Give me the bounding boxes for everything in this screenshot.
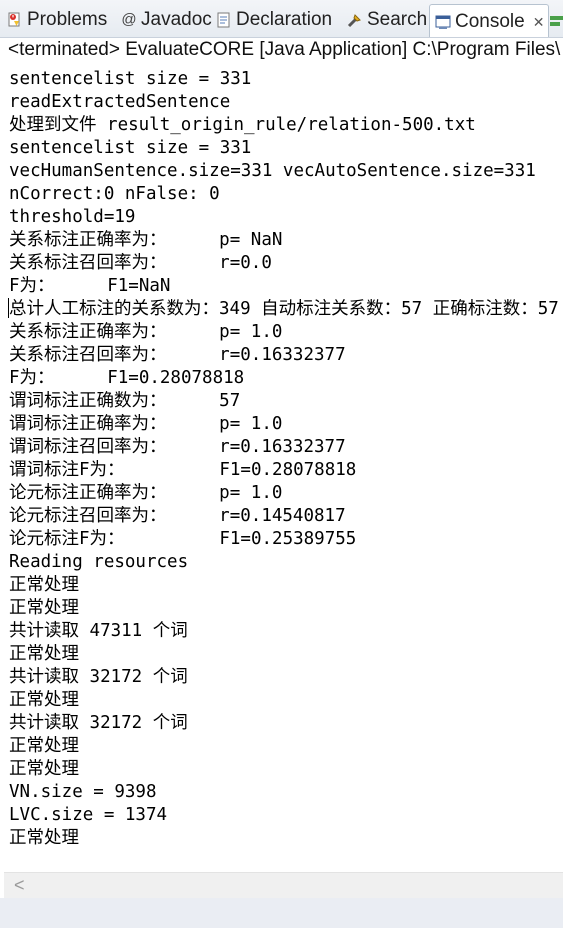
tab-label: Declaration [236, 9, 333, 30]
console-line: readExtractedSentence [9, 92, 231, 112]
console-line: 论元标注正确率为： p= 1.0 [9, 483, 283, 503]
console-line: 谓词标注正确数为： 57 [9, 391, 241, 411]
console-output[interactable]: ​ sentencelist size = 331readExtractedSe… [0, 64, 563, 872]
console-line: Reading resources [9, 552, 189, 572]
tab-javadoc[interactable]: @ Javadoc [120, 6, 212, 34]
declaration-icon [215, 11, 233, 29]
console-line: 关系标注召回率为： r=0.0 [9, 253, 272, 273]
close-icon[interactable]: ✕ [533, 8, 545, 36]
console-line: 谓词标注召回率为： r=0.16332377 [9, 437, 346, 457]
status-area [0, 898, 563, 928]
console-line: LVC.size = 1374 [9, 805, 168, 825]
scroll-left-icon[interactable]: < [14, 875, 25, 896]
console-line: 正常处理 [9, 598, 79, 618]
console-line: 共计读取 47311 个词 [9, 621, 188, 641]
console-line: 正常处理 [9, 759, 79, 779]
tab-console[interactable]: Console ✕ [429, 4, 550, 37]
console-title: <terminated> EvaluateCORE [Java Applicat… [0, 38, 563, 64]
console-line: F为： F1=NaN [9, 276, 171, 296]
console-line: sentencelist size = 331 [9, 69, 252, 89]
console-line: F为： F1=0.28078818 [9, 368, 245, 388]
progress-icon [548, 11, 563, 29]
tab-overflow[interactable] [548, 6, 563, 34]
console-line: nCorrect:0 nFalse: 0 [9, 184, 220, 204]
console-line: vecHumanSentence.size=331 vecAutoSentenc… [9, 161, 536, 181]
console-line: 总计人工标注的关系数为：349 自动标注关系数：57 正确标注数：57 [9, 299, 559, 319]
tab-label: Problems [27, 9, 108, 30]
at-sign-icon: @ [121, 11, 137, 28]
console-line: 正常处理 [9, 575, 79, 595]
console-line: 正常处理 [9, 736, 79, 756]
console-line: VN.size = 9398 [9, 782, 157, 802]
horizontal-scrollbar[interactable]: < [4, 872, 563, 899]
console-line: 正常处理 [9, 690, 79, 710]
console-icon [434, 13, 452, 31]
console-line: 谓词标注正确率为： p= 1.0 [9, 414, 283, 434]
console-line: 正常处理 [9, 644, 79, 664]
console-line: 处理到文件 result_origin_rule/relation-500.tx… [9, 115, 476, 135]
problems-icon [6, 11, 24, 29]
console-line: 关系标注召回率为： r=0.16332377 [9, 345, 346, 365]
flashlight-icon [346, 11, 364, 29]
console-line: 共计读取 32172 个词 [9, 713, 188, 733]
console-line: 谓词标注F为： F1=0.28078818 [9, 460, 357, 480]
tab-declaration[interactable]: Declaration [215, 6, 332, 34]
tab-label: Javadoc [141, 9, 212, 30]
console-line: 正常处理 [9, 828, 79, 848]
console-line: 论元标注F为： F1=0.25389755 [9, 529, 357, 549]
tab-label: Console [455, 10, 525, 32]
console-line: 关系标注正确率为： p= 1.0 [9, 322, 283, 342]
view-tab-bar: Problems @ Javadoc Declaration Search Co… [0, 0, 563, 38]
tab-search[interactable]: Search [346, 6, 427, 34]
tab-label: Search [367, 9, 428, 30]
tab-problems[interactable]: Problems [6, 6, 107, 34]
console-line: sentencelist size = 331 [9, 138, 252, 158]
console-line: 关系标注正确率为： p= NaN [9, 230, 283, 250]
console-line: 论元标注召回率为： r=0.14540817 [9, 506, 346, 526]
console-line: 共计读取 32172 个词 [9, 667, 188, 687]
console-line: threshold=19 [9, 207, 136, 227]
